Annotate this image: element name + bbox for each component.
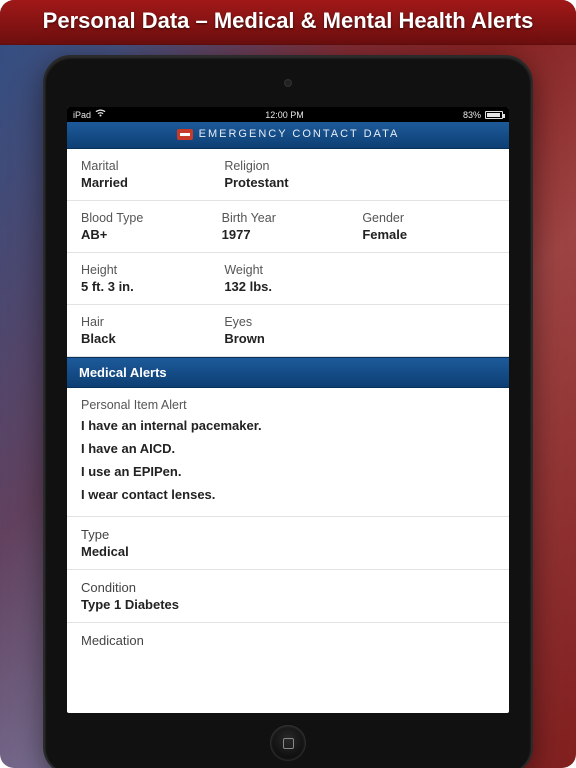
value-religion: Protestant	[224, 175, 495, 190]
row-blood-birth-gender: Blood Type AB+ Birth Year 1977 Gender Fe…	[67, 201, 509, 253]
alert-line: I use an EPIPen.	[81, 464, 495, 479]
field-gender: Gender Female	[362, 211, 495, 242]
home-icon	[283, 738, 294, 749]
alert-line: I wear contact lenses.	[81, 487, 495, 502]
row-height-weight: Height 5 ft. 3 in. Weight 132 lbs.	[67, 253, 509, 305]
clock: 12:00 PM	[265, 110, 304, 120]
app-header: EMERGENCY CONTACT DATA	[67, 122, 509, 149]
tablet-mockup: iPad 12:00 PM 83% EMERGENCY CONTACT DATA	[43, 55, 533, 768]
status-left: iPad	[73, 109, 106, 120]
label-hair: Hair	[81, 315, 216, 329]
label-weight: Weight	[224, 263, 495, 277]
row-marital-religion: Marital Married Religion Protestant	[67, 149, 509, 201]
personal-item-alert: Personal Item Alert I have an internal p…	[67, 388, 509, 517]
section-medical-alerts: Medical Alerts	[67, 357, 509, 388]
value-birth-year: 1977	[222, 227, 355, 242]
label-eyes: Eyes	[224, 315, 495, 329]
wifi-icon	[95, 109, 106, 120]
field-blood-type: Blood Type AB+	[81, 211, 214, 242]
field-type: Type Medical	[67, 517, 509, 570]
label-marital: Marital	[81, 159, 216, 173]
app-header-title: EMERGENCY CONTACT DATA	[199, 128, 400, 140]
value-condition: Type 1 Diabetes	[81, 597, 495, 612]
value-blood-type: AB+	[81, 227, 214, 242]
label-height: Height	[81, 263, 216, 277]
battery-icon	[485, 111, 503, 119]
field-weight: Weight 132 lbs.	[224, 263, 495, 294]
field-height: Height 5 ft. 3 in.	[81, 263, 216, 294]
alert-line: I have an internal pacemaker.	[81, 418, 495, 433]
field-hair: Hair Black	[81, 315, 216, 346]
label-religion: Religion	[224, 159, 495, 173]
page-title: Personal Data – Medical & Mental Health …	[0, 0, 576, 45]
field-eyes: Eyes Brown	[224, 315, 495, 346]
field-condition: Condition Type 1 Diabetes	[67, 570, 509, 623]
row-hair-eyes: Hair Black Eyes Brown	[67, 305, 509, 357]
carrier-label: iPad	[73, 110, 91, 120]
content-scroll[interactable]: Marital Married Religion Protestant Bloo…	[67, 149, 509, 713]
label-gender: Gender	[362, 211, 495, 225]
value-eyes: Brown	[224, 331, 495, 346]
battery-percent: 83%	[463, 110, 481, 120]
marketing-frame: Personal Data – Medical & Mental Health …	[0, 0, 576, 768]
value-hair: Black	[81, 331, 216, 346]
status-bar: iPad 12:00 PM 83%	[67, 107, 509, 122]
field-birth-year: Birth Year 1977	[222, 211, 355, 242]
label-birth-year: Birth Year	[222, 211, 355, 225]
label-personal-item-alert: Personal Item Alert	[81, 398, 495, 412]
device-screen: iPad 12:00 PM 83% EMERGENCY CONTACT DATA	[67, 107, 509, 713]
label-medication: Medication	[81, 633, 495, 648]
label-blood-type: Blood Type	[81, 211, 214, 225]
value-height: 5 ft. 3 in.	[81, 279, 216, 294]
field-medication: Medication	[67, 623, 509, 658]
value-gender: Female	[362, 227, 495, 242]
value-marital: Married	[81, 175, 216, 190]
alert-line: I have an AICD.	[81, 441, 495, 456]
camera-dot	[284, 79, 292, 87]
label-type: Type	[81, 527, 495, 542]
status-right: 83%	[463, 110, 503, 120]
value-type: Medical	[81, 544, 495, 559]
field-religion: Religion Protestant	[224, 159, 495, 190]
field-marital: Marital Married	[81, 159, 216, 190]
value-weight: 132 lbs.	[224, 279, 495, 294]
app-logo-icon	[177, 129, 193, 140]
label-condition: Condition	[81, 580, 495, 595]
home-button[interactable]	[270, 725, 306, 761]
